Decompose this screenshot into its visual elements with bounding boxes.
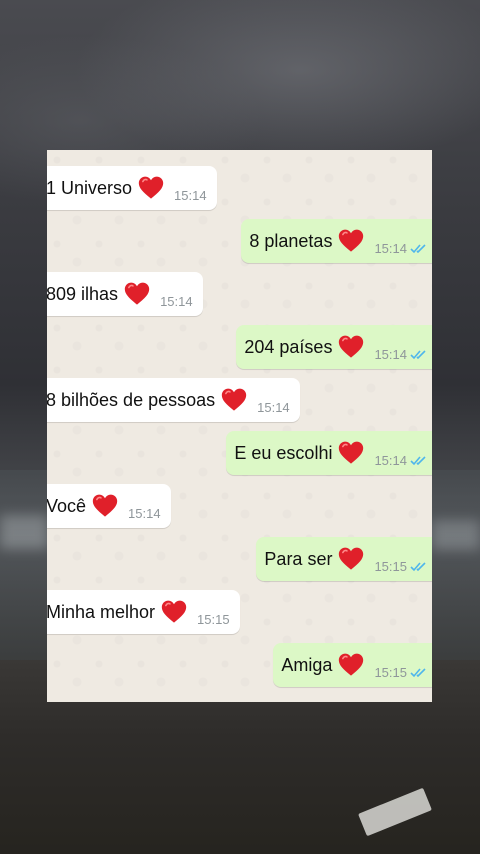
message-bubble-incoming[interactable]: 1 Universo 15:14 (47, 166, 217, 210)
message-time: 15:14 (160, 294, 193, 309)
double-check-read-icon (410, 562, 426, 572)
wave-foam (0, 515, 48, 549)
heart-emoji-icon (138, 176, 164, 199)
message-time: 15:15 (374, 665, 407, 680)
message-time: 15:14 (374, 453, 407, 468)
double-check-read-icon (410, 456, 426, 466)
heart-emoji-icon (339, 335, 364, 358)
message-text: E eu escolhi (234, 442, 333, 463)
message-bubble-outgoing[interactable]: E eu escolhi 15:14 (226, 431, 432, 475)
heart-emoji-icon (161, 600, 187, 623)
message-text: Para ser (264, 548, 333, 569)
message-time: 15:14 (174, 188, 207, 203)
chat-screenshot: 1 Universo 15:14 8 planetas 15:14 809 il… (47, 150, 432, 702)
message-bubble-incoming[interactable]: Minha melhor 15:15 (47, 590, 240, 634)
message-text: Você (47, 495, 87, 516)
message-bubble-outgoing[interactable]: 8 planetas 15:14 (241, 219, 432, 263)
message-text: Amiga (281, 654, 333, 675)
message-text: Minha melhor (47, 601, 156, 622)
heart-emoji-icon (339, 547, 364, 570)
message-text: 204 países (244, 336, 333, 357)
message-time: 15:15 (197, 612, 230, 627)
heart-emoji-icon (221, 388, 247, 411)
heart-emoji-icon (92, 494, 118, 517)
double-check-read-icon (410, 350, 426, 360)
message-bubble-incoming[interactable]: 8 bilhões de pessoas 15:14 (47, 378, 300, 422)
message-time: 15:14 (257, 400, 290, 415)
message-text: 8 planetas (249, 230, 333, 251)
double-check-read-icon (410, 668, 426, 678)
message-bubble-outgoing[interactable]: Para ser 15:15 (256, 537, 432, 581)
message-time: 15:14 (374, 241, 407, 256)
message-bubble-outgoing[interactable]: 204 países 15:14 (236, 325, 432, 369)
message-text: 8 bilhões de pessoas (47, 389, 216, 410)
message-time: 15:15 (374, 559, 407, 574)
heart-emoji-icon (339, 229, 364, 252)
heart-emoji-icon (339, 441, 364, 464)
message-bubble-incoming[interactable]: 809 ilhas 15:14 (47, 272, 203, 316)
heart-emoji-icon (339, 653, 364, 676)
wave-foam (432, 520, 480, 550)
message-text: 809 ilhas (47, 283, 119, 304)
message-time: 15:14 (374, 347, 407, 362)
message-bubble-incoming[interactable]: Você 15:14 (47, 484, 171, 528)
heart-emoji-icon (124, 282, 150, 305)
message-time: 15:14 (128, 506, 161, 521)
message-text: 1 Universo (47, 177, 133, 198)
message-bubble-outgoing[interactable]: Amiga 15:15 (273, 643, 432, 687)
double-check-read-icon (410, 244, 426, 254)
